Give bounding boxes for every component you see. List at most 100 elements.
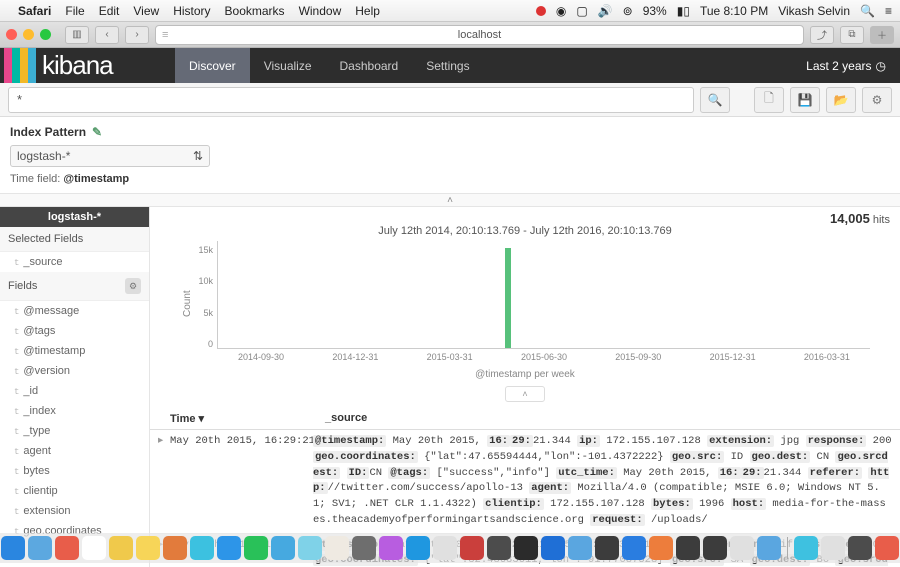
tab-settings[interactable]: Settings <box>412 48 483 83</box>
volume-icon[interactable]: 🔊 <box>598 4 613 18</box>
dock-app[interactable] <box>190 536 214 560</box>
fields-gear-button[interactable]: ⚙ <box>125 278 141 294</box>
menu-view[interactable]: View <box>133 4 159 18</box>
new-button[interactable]: 🗋 <box>754 87 784 113</box>
back-button[interactable]: ‹ <box>95 26 119 44</box>
dock-app[interactable] <box>676 536 700 560</box>
dock-app[interactable] <box>622 536 646 560</box>
notification-center-icon[interactable]: ≡ <box>885 4 892 18</box>
field-item[interactable]: tbytes <box>0 461 149 481</box>
dock-app[interactable] <box>595 536 619 560</box>
dock-app[interactable] <box>379 536 403 560</box>
kibana-logo[interactable]: kibana <box>0 48 175 83</box>
clock[interactable]: Tue 8:10 PM <box>700 4 768 18</box>
menu-app[interactable]: Safari <box>18 4 51 18</box>
dock-app[interactable] <box>794 536 818 560</box>
dock-app[interactable] <box>821 536 845 560</box>
globe-icon[interactable]: ◉ <box>556 4 566 18</box>
dock-app[interactable] <box>217 536 241 560</box>
spotlight-icon[interactable]: 🔍 <box>860 4 875 18</box>
battery-pct: 93% <box>643 4 667 18</box>
dock-app[interactable] <box>541 536 565 560</box>
battery-icon[interactable]: ▮▯ <box>677 4 690 18</box>
field-item[interactable]: t@version <box>0 361 149 381</box>
settings-button[interactable]: ⚙ <box>862 87 892 113</box>
chart-plot-area[interactable]: 2014-09-302014-12-312015-03-312015-06-30… <box>217 241 870 349</box>
menu-help[interactable]: Help <box>355 4 380 18</box>
wifi-icon[interactable]: ⊚ <box>623 4 633 18</box>
close-window-button[interactable] <box>6 29 17 40</box>
address-bar[interactable]: ≡ localhost <box>155 25 804 45</box>
index-pattern-select[interactable]: logstash-* ⇅ <box>10 145 210 167</box>
dock-app[interactable] <box>136 536 160 560</box>
dock-app[interactable] <box>82 536 106 560</box>
new-tab-button[interactable]: ＋ <box>870 26 894 44</box>
dock-app[interactable] <box>325 536 349 560</box>
doc-row[interactable]: ▸May 20th 2015, 16:29:21.344@timestamp: … <box>150 430 900 534</box>
col-source[interactable]: _source <box>325 412 367 425</box>
dock-app[interactable] <box>163 536 187 560</box>
dock-app[interactable] <box>703 536 727 560</box>
expand-icon[interactable]: ▸ <box>158 434 170 529</box>
collapse-bar[interactable]: ˄ <box>0 193 900 207</box>
tabs-button[interactable]: ⧉ <box>840 26 864 44</box>
minimize-window-button[interactable] <box>23 29 34 40</box>
field-item[interactable]: t@timestamp <box>0 341 149 361</box>
dock-app[interactable] <box>757 536 781 560</box>
dock-app[interactable] <box>244 536 268 560</box>
chart-bar[interactable] <box>505 248 511 348</box>
dock-app[interactable] <box>109 536 133 560</box>
search-button[interactable]: 🔍 <box>700 87 730 113</box>
dock-app[interactable] <box>28 536 52 560</box>
query-input[interactable]: * <box>8 87 694 113</box>
sidebar-toggle-button[interactable]: ▥ <box>65 26 89 44</box>
dock-app[interactable] <box>848 536 872 560</box>
menu-file[interactable]: File <box>65 4 84 18</box>
histogram-chart[interactable]: Count 15k 10k 5k 0 2014-09-302014-12-312… <box>150 237 900 367</box>
field-item[interactable]: t@tags <box>0 321 149 341</box>
menu-edit[interactable]: Edit <box>99 4 120 18</box>
menu-bookmarks[interactable]: Bookmarks <box>225 4 285 18</box>
chart-collapse-button[interactable]: ˄ <box>505 386 545 402</box>
field-item[interactable]: textension <box>0 501 149 521</box>
dock-app[interactable] <box>730 536 754 560</box>
dock-app[interactable] <box>271 536 295 560</box>
user-name[interactable]: Vikash Selvin <box>778 4 850 18</box>
dock-app[interactable] <box>514 536 538 560</box>
dock-app[interactable] <box>352 536 376 560</box>
dock-app[interactable] <box>298 536 322 560</box>
dock-app[interactable] <box>875 536 899 560</box>
col-time[interactable]: Time ▾ <box>170 412 325 425</box>
dock-app[interactable] <box>406 536 430 560</box>
airplay-icon[interactable]: ▢ <box>576 4 587 18</box>
forward-button[interactable]: › <box>125 26 149 44</box>
field-source[interactable]: t_source <box>0 252 149 272</box>
dock-app[interactable] <box>487 536 511 560</box>
field-item[interactable]: tclientip <box>0 481 149 501</box>
share-button[interactable]: ⤴ <box>810 26 834 44</box>
field-item[interactable]: t@message <box>0 301 149 321</box>
edit-icon[interactable]: ✎ <box>92 125 102 139</box>
open-button[interactable]: 📂 <box>826 87 856 113</box>
tab-dashboard[interactable]: Dashboard <box>326 48 413 83</box>
menu-window[interactable]: Window <box>299 4 342 18</box>
tab-discover[interactable]: Discover <box>175 48 250 83</box>
record-icon[interactable] <box>536 6 546 16</box>
dock-app[interactable] <box>1 536 25 560</box>
dock-app[interactable] <box>460 536 484 560</box>
dock-app[interactable] <box>649 536 673 560</box>
dock-app[interactable] <box>433 536 457 560</box>
menu-history[interactable]: History <box>173 4 210 18</box>
maximize-window-button[interactable] <box>40 29 51 40</box>
save-button[interactable]: 💾 <box>790 87 820 113</box>
sidebar-pattern[interactable]: logstash-* <box>0 207 149 227</box>
field-item[interactable]: t_index <box>0 401 149 421</box>
time-filter[interactable]: Last 2 years ◷ <box>806 48 900 83</box>
field-item[interactable]: t_id <box>0 381 149 401</box>
field-item[interactable]: tagent <box>0 441 149 461</box>
tab-visualize[interactable]: Visualize <box>250 48 326 83</box>
index-pattern-section: Index Pattern ✎ logstash-* ⇅ Time field:… <box>0 117 900 193</box>
field-item[interactable]: t_type <box>0 421 149 441</box>
dock-app[interactable] <box>55 536 79 560</box>
dock-app[interactable] <box>568 536 592 560</box>
